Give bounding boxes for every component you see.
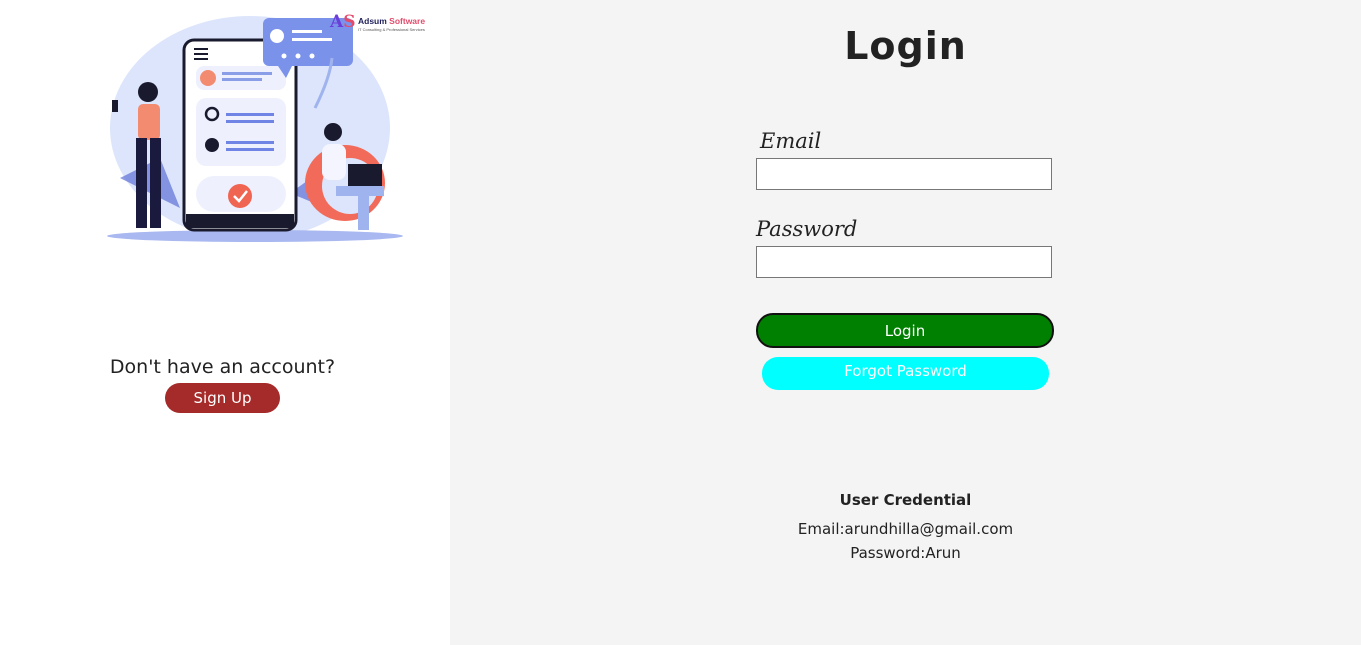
email-label: Email: [760, 129, 822, 153]
forgot-password-button[interactable]: Forgot Password: [762, 357, 1049, 390]
login-illustration: [107, 16, 403, 242]
left-panel: AS Adsum Software IT Consulting & Profes…: [0, 0, 450, 645]
brand-tagline: IT Consulting & Professional Services: [358, 27, 425, 32]
page-title: Login: [844, 24, 967, 68]
brand-mark-icon: AS: [330, 12, 356, 32]
credentials-email: Email:arundhilla@gmail.com: [797, 520, 1014, 538]
login-button[interactable]: Login: [756, 313, 1054, 348]
password-field[interactable]: [756, 246, 1052, 278]
password-label: Password: [756, 217, 858, 241]
credentials-password: Password:Arun: [850, 544, 961, 562]
email-field[interactable]: [756, 158, 1052, 190]
signup-prompt: Don't have an account?: [109, 356, 336, 378]
credentials-title: User Credential: [839, 491, 972, 509]
login-panel: Login Email Password Login Forgot Passwo…: [450, 0, 1361, 645]
signup-button[interactable]: Sign Up: [165, 383, 280, 413]
brand-logo: AS Adsum Software IT Consulting & Profes…: [330, 12, 430, 36]
brand-name: Adsum Software: [358, 16, 426, 26]
